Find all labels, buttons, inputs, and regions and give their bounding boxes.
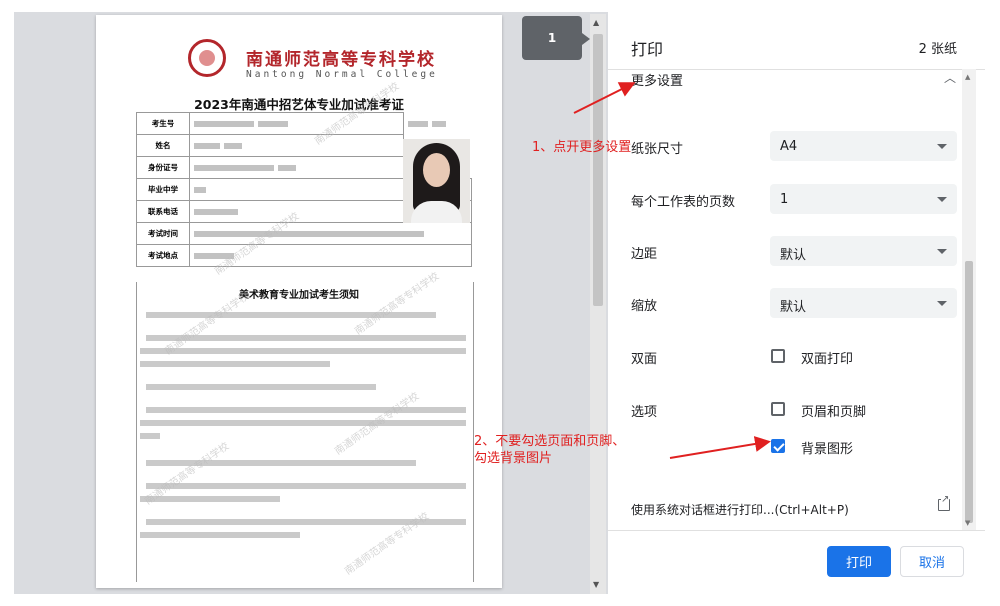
page-number-badge: 1 (522, 16, 590, 60)
scroll-down-icon[interactable]: ▼ (965, 519, 970, 527)
paper-size-value: A4 (780, 139, 798, 154)
chevron-up-icon[interactable]: ︿ (944, 69, 956, 86)
paper-size-label: 纸张尺寸 (631, 142, 684, 157)
dropdown-caret-icon (937, 301, 947, 306)
notice-title: 美术教育专业加试考生须知 (239, 290, 359, 301)
margins-select[interactable]: 默认 (770, 236, 957, 266)
cancel-button[interactable]: 取消 (900, 546, 964, 577)
pages-per-sheet-label: 每个工作表的页数 (631, 195, 736, 210)
more-settings-toggle[interactable]: 更多设置 (631, 70, 683, 89)
field-label: 毕业中学 (136, 178, 190, 201)
background-graphics-label[interactable]: 背景图形 (801, 438, 853, 457)
pages-per-sheet-value: 1 (780, 192, 789, 207)
scale-label: 缩放 (631, 299, 658, 314)
print-title: 打印 (631, 40, 664, 59)
annotation-step2-line2: 勾选背景图片 (474, 451, 553, 466)
print-preview-area: 南通师范高等专科学校 Nantong Normal College 2023年南… (14, 12, 985, 594)
ticket-title: 2023年南通中招艺体专业加试准考证 (194, 97, 404, 112)
dropdown-caret-icon (937, 249, 947, 254)
system-dialog-link[interactable]: 使用系统对话框进行打印...(Ctrl+Alt+P) (631, 501, 849, 518)
duplex-checkbox[interactable] (771, 349, 785, 363)
paper-size-select[interactable]: A4 (770, 131, 957, 161)
dropdown-caret-icon (937, 197, 947, 202)
field-label: 姓名 (136, 134, 190, 157)
duplex-option-label[interactable]: 双面打印 (801, 348, 853, 367)
scroll-up-icon[interactable]: ▲ (965, 73, 970, 81)
scroll-down-icon[interactable]: ▼ (593, 580, 599, 589)
school-name-en: Nantong Normal College (246, 69, 438, 80)
duplex-label: 双面 (631, 352, 658, 367)
preview-scrollbar[interactable]: ▲ ▼ (590, 14, 606, 594)
margins-value: 默认 (780, 248, 807, 263)
field-label: 考生号 (136, 112, 190, 135)
annotation-step1: 1、点开更多设置 (532, 140, 632, 155)
candidate-photo (403, 139, 470, 223)
settings-scroll-thumb[interactable] (965, 261, 973, 523)
school-name-cn: 南通师范高等专科学校 (246, 50, 436, 70)
preview-scroll-thumb[interactable] (593, 34, 603, 306)
open-external-icon[interactable] (938, 495, 950, 511)
margins-label: 边距 (631, 247, 658, 262)
print-settings-panel: 打印 2 张纸 更多设置 ︿ 纸张尺寸 A4 每个工作表的页数 1 边距 默认 … (608, 12, 985, 594)
field-label: 身份证号 (136, 156, 190, 179)
field-label: 考试地点 (136, 244, 190, 267)
pages-per-sheet-select[interactable]: 1 (770, 184, 957, 214)
settings-scrollbar[interactable]: ▲ ▼ (962, 69, 976, 531)
background-graphics-checkbox[interactable] (771, 439, 785, 453)
header-footer-checkbox[interactable] (771, 402, 785, 416)
field-label: 联系电话 (136, 200, 190, 223)
scroll-up-icon[interactable]: ▲ (593, 18, 599, 27)
scale-select[interactable]: 默认 (770, 288, 957, 318)
options-label: 选项 (631, 405, 658, 420)
scale-value: 默认 (780, 300, 807, 315)
print-button[interactable]: 打印 (827, 546, 891, 577)
sheet-count: 2 张纸 (918, 42, 957, 57)
print-footer: 打印 取消 (608, 530, 985, 594)
school-seal-logo (188, 39, 226, 77)
dropdown-caret-icon (937, 144, 947, 149)
preview-page: 南通师范高等专科学校 Nantong Normal College 2023年南… (96, 15, 502, 588)
print-header: 打印 2 张纸 (608, 12, 985, 70)
header-footer-label[interactable]: 页眉和页脚 (801, 401, 866, 420)
field-label: 考试时间 (136, 222, 190, 245)
